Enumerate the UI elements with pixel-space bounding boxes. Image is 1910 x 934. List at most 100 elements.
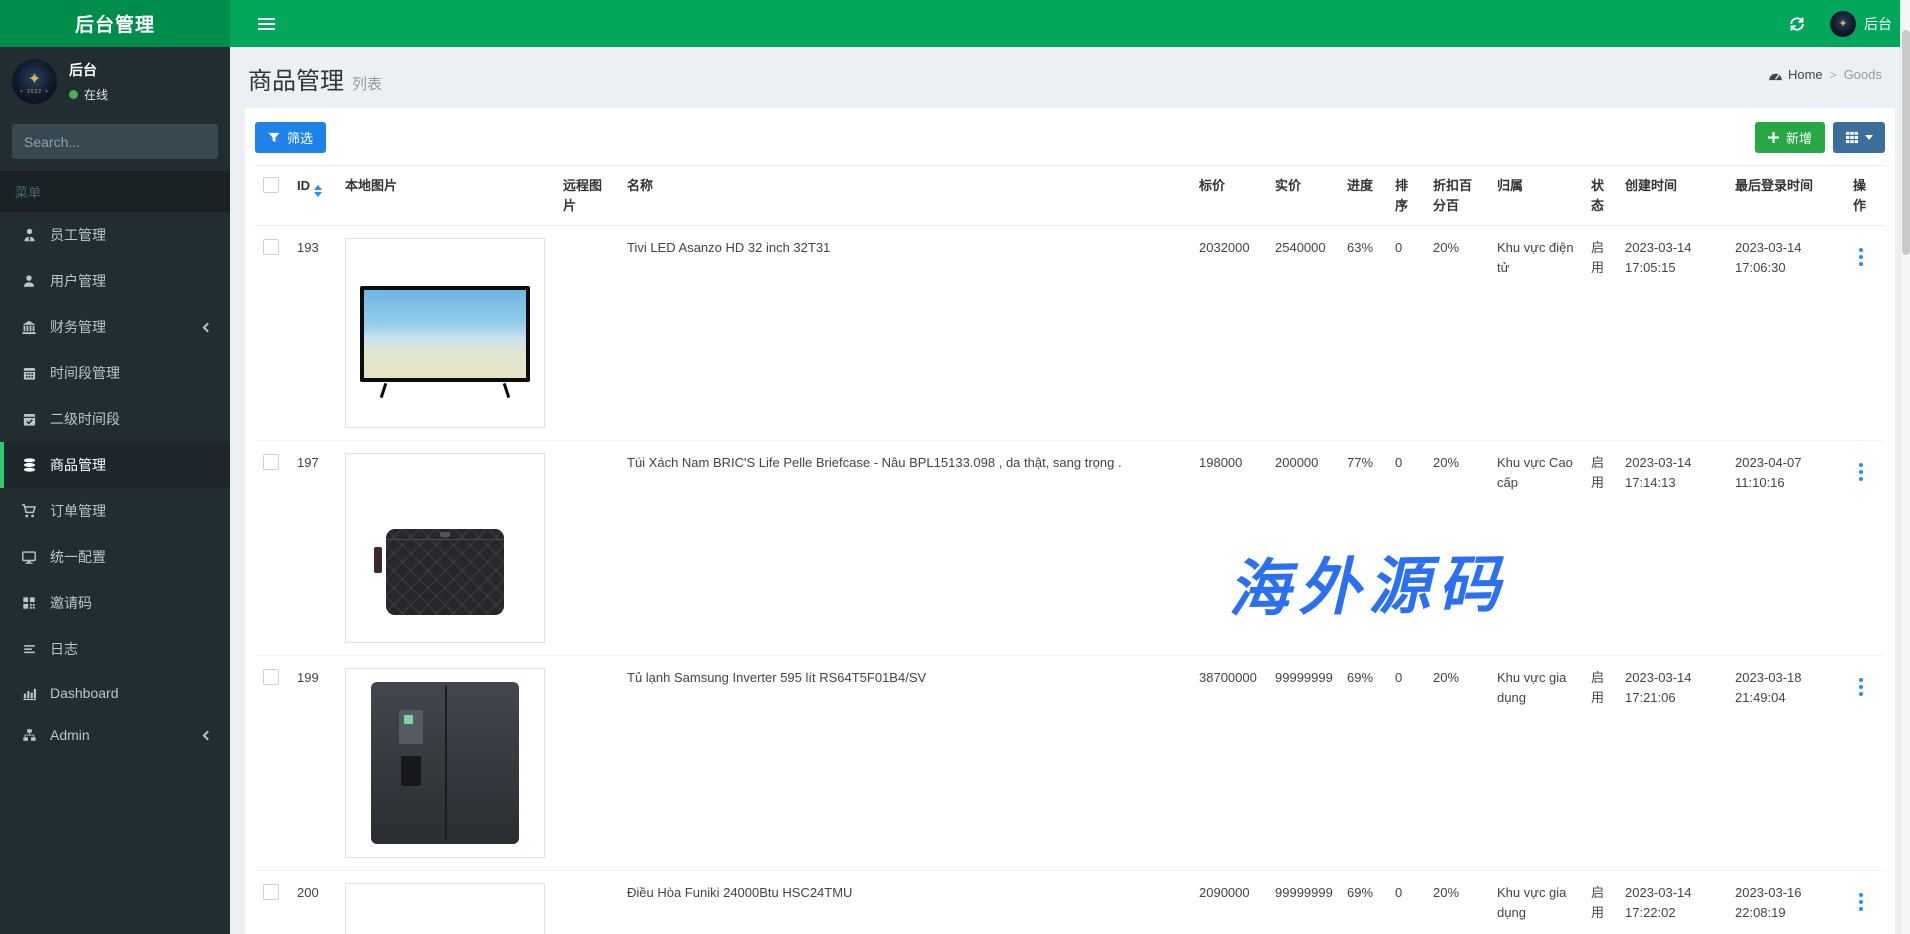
sidebar-item-label: 商品管理 (50, 455, 106, 475)
sort-icon[interactable] (314, 185, 322, 197)
cell-real-price: 200000 (1267, 441, 1339, 656)
more-actions-icon[interactable] (1853, 891, 1869, 913)
cell-progress: 63% (1339, 226, 1387, 441)
column-header-local-image: 本地图片 (337, 166, 555, 226)
sidebar-item-goods[interactable]: 商品管理 (0, 442, 230, 488)
sidebar-item-sub-timeslots[interactable]: 二级时间段 (0, 396, 230, 442)
filter-button[interactable]: 筛选 (255, 122, 326, 153)
cell-remote-image (555, 226, 619, 441)
column-label: 操作 (1853, 178, 1866, 213)
cell-created: 2023-03-14 17:22:02 (1617, 871, 1727, 934)
cell-real-price: 99999999 (1267, 656, 1339, 871)
column-header-sort: 排序 (1387, 166, 1425, 226)
row-checkbox[interactable] (263, 239, 279, 255)
cell-id: 193 (289, 226, 337, 441)
more-actions-icon[interactable] (1853, 246, 1869, 268)
desktop-icon (19, 550, 39, 565)
sidebar-item-logs[interactable]: 日志 (0, 626, 230, 672)
sidebar-item-label: 订单管理 (50, 501, 106, 521)
goods-table: ID 本地图片 远程图片 名称 标价 实价 进度 排序 折扣百分百 归属 状态 … (255, 165, 1885, 934)
breadcrumb-separator: > (1830, 68, 1837, 82)
column-label: 状态 (1591, 178, 1604, 213)
brand-logo[interactable]: 后台管理 (0, 0, 230, 47)
column-header-discount: 折扣百分百 (1425, 166, 1489, 226)
handbag-image (386, 529, 504, 615)
sidebar-item-employees[interactable]: 员工管理 (0, 212, 230, 258)
local-image-thumbnail[interactable] (345, 883, 545, 934)
column-header-status: 状态 (1583, 166, 1617, 226)
cell-sort: 0 (1387, 871, 1425, 934)
table-row: 200 Điều Hòa Funiki 24000Btu HSC24TMU 20… (255, 871, 1885, 934)
cell-progress: 69% (1339, 871, 1387, 934)
column-header-id[interactable]: ID (289, 166, 337, 226)
column-header-real-price: 实价 (1267, 166, 1339, 226)
cell-last-login: 2023-03-16 22:08:19 (1727, 871, 1845, 934)
row-checkbox[interactable] (263, 884, 279, 900)
filter-button-label: 筛选 (287, 128, 313, 147)
navbar-username: 后台 (1864, 14, 1892, 34)
breadcrumb-home-link[interactable]: Home (1768, 67, 1823, 82)
status-badge: 启用 (1583, 441, 1617, 656)
cell-list-price: 198000 (1191, 441, 1267, 656)
sidebar-user-status: 在线 (69, 86, 108, 103)
sitemap-icon (19, 728, 39, 742)
cell-last-login: 2023-03-18 21:49:04 (1727, 656, 1845, 871)
cell-list-price: 38700000 (1191, 656, 1267, 871)
cell-created: 2023-03-14 17:21:06 (1617, 656, 1727, 871)
sidebar-item-label: 二级时间段 (50, 409, 120, 429)
sidebar-item-dashboard[interactable]: Dashboard (0, 672, 230, 714)
scrollbar[interactable] (1900, 0, 1910, 934)
cell-name: Tivi LED Asanzo HD 32 inch 32T31 (619, 226, 1191, 441)
add-button[interactable]: 新增 (1755, 122, 1825, 153)
cell-real-price: 99999999 (1267, 871, 1339, 934)
cell-sort: 0 (1387, 656, 1425, 871)
sidebar-item-invite-codes[interactable]: 邀请码 (0, 580, 230, 626)
cell-list-price: 2032000 (1191, 226, 1267, 441)
cell-progress: 77% (1339, 441, 1387, 656)
row-checkbox[interactable] (263, 669, 279, 685)
navbar-avatar: ✦ (1830, 11, 1856, 37)
sidebar-search-input[interactable] (12, 124, 217, 159)
sidebar-item-finance[interactable]: 财务管理 (0, 304, 230, 350)
cell-real-price: 2540000 (1267, 226, 1339, 441)
sidebar-item-users[interactable]: 用户管理 (0, 258, 230, 304)
sidebar-item-orders[interactable]: 订单管理 (0, 488, 230, 534)
cell-sort: 0 (1387, 441, 1425, 656)
sidebar-item-admin[interactable]: Admin (0, 714, 230, 756)
more-actions-icon[interactable] (1853, 461, 1869, 483)
dashboard-gauge-icon (1768, 69, 1783, 81)
local-image-thumbnail[interactable] (345, 238, 545, 428)
cell-sort: 0 (1387, 226, 1425, 441)
qrcode-icon (19, 596, 39, 610)
more-actions-icon[interactable] (1853, 676, 1869, 698)
sidebar-toggle-button[interactable] (245, 0, 287, 47)
page-title: 商品管理 (248, 61, 344, 96)
cell-category: Khu vực điện tử (1489, 226, 1583, 441)
breadcrumb: Home > Goods (1768, 67, 1882, 82)
plus-icon (1768, 132, 1779, 143)
bank-icon (19, 320, 39, 335)
row-checkbox[interactable] (263, 454, 279, 470)
status-badge: 启用 (1583, 656, 1617, 871)
column-label: 远程图片 (563, 178, 602, 213)
fridge-image (371, 682, 519, 844)
cart-icon (19, 503, 39, 519)
database-icon (19, 457, 39, 473)
refresh-icon (1789, 16, 1805, 32)
sidebar-avatar: ✦✧ 2022 ✧ (12, 59, 57, 104)
local-image-thumbnail[interactable] (345, 668, 545, 858)
user-menu[interactable]: ✦ 后台 (1830, 0, 1892, 47)
scrollbar-thumb[interactable] (1902, 30, 1910, 255)
columns-dropdown-button[interactable] (1833, 122, 1885, 153)
column-label: 排序 (1395, 178, 1408, 213)
sidebar-search-button[interactable] (217, 124, 218, 159)
column-header-progress: 进度 (1339, 166, 1387, 226)
cell-progress: 69% (1339, 656, 1387, 871)
page-subtitle: 列表 (352, 76, 382, 93)
sidebar-item-config[interactable]: 统一配置 (0, 534, 230, 580)
refresh-button[interactable] (1782, 0, 1812, 47)
sidebar-item-timeslots[interactable]: 时间段管理 (0, 350, 230, 396)
cell-category: Khu vực gia dụng (1489, 871, 1583, 934)
select-all-checkbox[interactable] (263, 177, 279, 193)
local-image-thumbnail[interactable] (345, 453, 545, 643)
